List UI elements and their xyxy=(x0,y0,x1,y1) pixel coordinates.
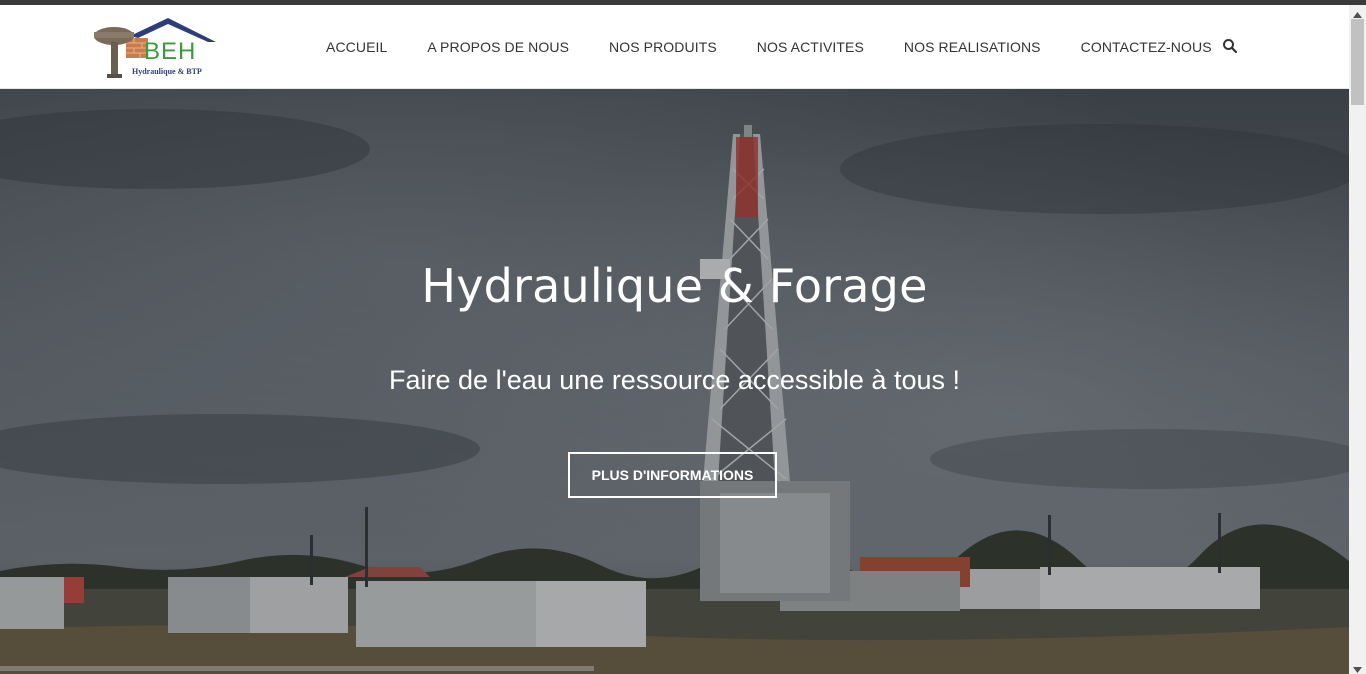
nav-item-nos-realisations[interactable]: NOS REALISATIONS xyxy=(884,39,1061,55)
more-info-button[interactable]: PLUS D'INFORMATIONS xyxy=(568,452,777,498)
logo-title: BEH xyxy=(144,38,197,65)
hero-slider-progress xyxy=(0,666,594,671)
site-logo[interactable]: BEH Hydraulique & BTP xyxy=(90,14,220,80)
logo-subtitle: Hydraulique & BTP xyxy=(132,67,202,76)
site-header: BEH Hydraulique & BTP ACCUEIL A PROPOS D… xyxy=(0,5,1349,89)
hero-banner: Hydraulique & Forage Faire de l'eau une … xyxy=(0,89,1349,674)
nav-item-nos-produits[interactable]: NOS PRODUITS xyxy=(589,39,737,55)
search-icon[interactable] xyxy=(1222,38,1238,54)
main-nav: ACCUEIL A PROPOS DE NOUS NOS PRODUITS NO… xyxy=(306,5,1232,89)
nav-item-accueil[interactable]: ACCUEIL xyxy=(306,39,407,55)
vertical-scrollbar[interactable] xyxy=(1349,5,1366,674)
hero-title: Hydraulique & Forage xyxy=(421,259,928,313)
nav-item-nos-activites[interactable]: NOS ACTIVITES xyxy=(737,39,884,55)
scroll-down-arrow-icon[interactable] xyxy=(1349,662,1366,673)
nav-item-contactez-nous[interactable]: CONTACTEZ-NOUS xyxy=(1061,39,1232,55)
hero-subtitle: Faire de l'eau une ressource accessible … xyxy=(389,365,960,395)
scroll-up-arrow-icon[interactable] xyxy=(1349,7,1366,18)
nav-item-a-propos[interactable]: A PROPOS DE NOUS xyxy=(407,39,589,55)
scrollbar-thumb[interactable] xyxy=(1351,19,1364,105)
